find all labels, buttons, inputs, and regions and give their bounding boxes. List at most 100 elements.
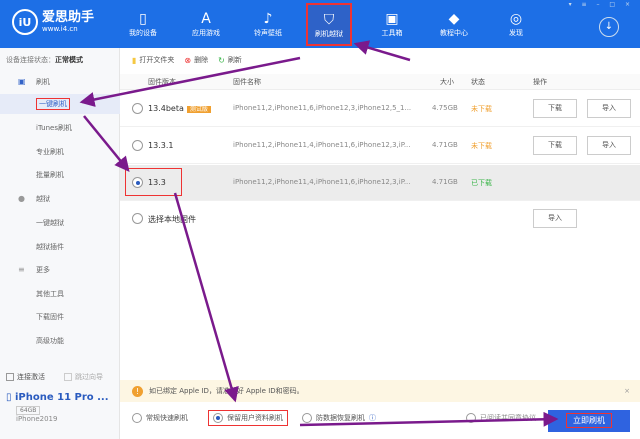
col-status: 状态 bbox=[471, 78, 485, 86]
col-name: 固件名称 bbox=[233, 78, 261, 86]
graduation-cap-icon: ◆ bbox=[448, 11, 460, 27]
top-bar: iU 爱思助手 www.i4.cn ▯ 我的设备 A 应用游戏 ♪ 铃声壁纸 ⛉ 刷机越狱… bbox=[0, 0, 640, 48]
firmware-size: 4.71GB bbox=[432, 141, 458, 149]
sidebar-group-flash[interactable]: ▣ 刷机 bbox=[0, 72, 120, 92]
delete-button[interactable]: ⊗ 删除 bbox=[184, 55, 208, 65]
sidebar-item-jailbreak-plugins[interactable]: 越狱插件 bbox=[0, 237, 120, 257]
window-controls[interactable]: ▾ ≡ – □ × bbox=[569, 1, 634, 8]
nav-label: 发现 bbox=[509, 29, 523, 37]
firmware-size: 4.75GB bbox=[432, 104, 458, 112]
warning-icon: ! bbox=[132, 385, 143, 397]
sidebar-label: 下载固件 bbox=[36, 313, 64, 321]
status-label: 设备连接状态： bbox=[6, 56, 55, 64]
connect-activate-checkbox[interactable]: 连接激活 bbox=[6, 372, 45, 382]
firmware-radio[interactable] bbox=[132, 103, 143, 114]
flash-icon: ▣ bbox=[18, 77, 26, 86]
col-actions: 操作 bbox=[533, 78, 547, 86]
appstore-icon: A bbox=[201, 11, 211, 27]
device-capacity: 64GB bbox=[16, 406, 41, 415]
sidebar-label: 越狱 bbox=[36, 195, 50, 203]
nav-label: 应用游戏 bbox=[192, 29, 220, 37]
firmware-radio[interactable] bbox=[132, 140, 143, 151]
button-label: 刷新 bbox=[227, 56, 242, 64]
refresh-button[interactable]: ↻ 刷新 bbox=[218, 55, 242, 65]
nav-label: 工具箱 bbox=[381, 29, 403, 37]
sidebar-item-one-click-jailbreak[interactable]: 一键越狱 bbox=[0, 213, 120, 233]
toolbox-icon: ▣ bbox=[385, 11, 399, 27]
option-label: 保留用户资料刷机 bbox=[227, 414, 283, 422]
logo-title: 爱思助手 bbox=[42, 10, 95, 25]
notice-text: 如已绑定 Apple ID，请准备好 Apple ID和密码。 bbox=[149, 387, 304, 395]
sidebar-label: 更多 bbox=[36, 266, 50, 274]
refresh-icon: ↻ bbox=[218, 55, 225, 65]
nav-my-device[interactable]: ▯ 我的设备 bbox=[115, 0, 171, 48]
download-button[interactable]: 下载 bbox=[533, 136, 577, 155]
table-row[interactable]: 13.3 iPhone11,2,iPhone11,4,iPhone11,6,iP… bbox=[120, 165, 640, 201]
option-label: 防数据恢复刷机 bbox=[316, 414, 365, 422]
firmware-status: 未下载 bbox=[471, 142, 492, 150]
local-firmware-label: 选择本地固件 bbox=[148, 215, 196, 224]
skip-guide-checkbox[interactable]: 跳过向导 bbox=[64, 372, 103, 382]
sidebar-item-download-firmware[interactable]: 下载固件 bbox=[0, 307, 120, 327]
nav-label: 教程中心 bbox=[440, 29, 468, 37]
open-folder-button[interactable]: ▮ 打开文件夹 bbox=[132, 55, 174, 65]
sidebar-item-advanced[interactable]: 高级功能 bbox=[0, 331, 120, 351]
sidebar-item-one-click-flash[interactable]: 一键刷机 bbox=[0, 94, 120, 114]
col-size: 大小 bbox=[440, 78, 454, 86]
nav-flash-jailbreak[interactable]: ⛉ 刷机越狱 bbox=[306, 3, 352, 46]
version-text: 13.4beta bbox=[148, 104, 184, 113]
quick-flash-radio[interactable]: 常规快速刷机 bbox=[132, 413, 188, 423]
sidebar-group-more[interactable]: ≡ 更多 bbox=[0, 260, 120, 280]
firmware-name: iPhone11,2,iPhone11,4,iPhone11,6,iPhone1… bbox=[233, 178, 411, 186]
sidebar-label: 其他工具 bbox=[36, 290, 64, 298]
flash-now-button[interactable]: 立即刷机 bbox=[548, 410, 630, 432]
nav-toolbox[interactable]: ▣ 工具箱 bbox=[364, 0, 420, 48]
music-icon: ♪ bbox=[263, 11, 273, 27]
connection-status: 设备连接状态：正常模式 bbox=[6, 55, 83, 65]
toolbar: ▮ 打开文件夹 ⊗ 删除 ↻ 刷新 bbox=[122, 50, 242, 70]
import-button[interactable]: 导入 bbox=[587, 136, 631, 155]
logo-mark: iU bbox=[12, 9, 38, 35]
keep-data-radio[interactable]: 保留用户资料刷机 bbox=[208, 410, 288, 426]
phone-icon: ▯ bbox=[139, 11, 147, 27]
notice-bar: ! 如已绑定 Apple ID，请准备好 Apple ID和密码。 × bbox=[120, 380, 640, 402]
help-icon[interactable]: ⓘ bbox=[369, 413, 376, 423]
sidebar-item-itunes-flash[interactable]: iTunes刷机 bbox=[0, 118, 120, 138]
download-button[interactable]: 下载 bbox=[533, 99, 577, 118]
firmware-version: 13.3.1 bbox=[148, 141, 174, 150]
status-value: 正常模式 bbox=[55, 56, 83, 64]
jailbreak-icon: ● bbox=[18, 194, 25, 203]
checkbox-label: 跳过向导 bbox=[75, 373, 103, 381]
anti-recovery-radio[interactable]: 防数据恢复刷机 ⓘ bbox=[302, 413, 376, 423]
table-row[interactable]: 选择本地固件 导入 bbox=[120, 201, 640, 237]
close-icon[interactable]: × bbox=[624, 387, 630, 395]
button-label: 打开文件夹 bbox=[139, 56, 175, 64]
nav-discover[interactable]: ◎ 发现 bbox=[488, 0, 544, 48]
firmware-status: 未下载 bbox=[471, 105, 492, 113]
firmware-size: 4.71GB bbox=[432, 178, 458, 186]
nav-label: 我的设备 bbox=[129, 29, 157, 37]
firmware-name: iPhone11,2,iPhone11,6,iPhone12,3,iPhone1… bbox=[233, 104, 412, 112]
firmware-version: 13.4beta 测试版 bbox=[148, 104, 211, 113]
table-header: 固件版本 固件名称 大小 状态 操作 bbox=[120, 74, 640, 90]
menu-icon: ≡ bbox=[18, 265, 25, 274]
sidebar-item-batch-flash[interactable]: 批量刷机 bbox=[0, 165, 120, 185]
sidebar-item-other-tools[interactable]: 其他工具 bbox=[0, 284, 120, 304]
nav-label: 铃声壁纸 bbox=[254, 29, 282, 37]
import-button[interactable]: 导入 bbox=[587, 99, 631, 118]
sidebar-group-jailbreak[interactable]: ● 越狱 bbox=[0, 189, 120, 209]
firmware-radio[interactable] bbox=[132, 213, 143, 224]
download-icon[interactable]: ↓ bbox=[599, 17, 619, 37]
table-row[interactable]: 13.4beta 测试版 iPhone11,2,iPhone11,6,iPhone… bbox=[120, 91, 640, 127]
nav-tutorials[interactable]: ◆ 教程中心 bbox=[426, 0, 482, 48]
nav-apps[interactable]: A 应用游戏 bbox=[178, 0, 234, 48]
sidebar-label: 高级功能 bbox=[36, 337, 64, 345]
nav-ringtones[interactable]: ♪ 铃声壁纸 bbox=[240, 0, 296, 48]
import-button[interactable]: 导入 bbox=[533, 209, 577, 228]
table-row[interactable]: 13.3.1 iPhone11,2,iPhone11,4,iPhone11,6,… bbox=[120, 128, 640, 164]
extra-option[interactable]: 已阅读并同意协议 bbox=[466, 413, 536, 423]
device-name[interactable]: ▯ iPhone 11 Pro ... bbox=[6, 392, 109, 403]
compass-icon: ◎ bbox=[509, 11, 523, 27]
button-label: 删除 bbox=[194, 56, 209, 64]
sidebar-item-pro-flash[interactable]: 专业刷机 bbox=[0, 142, 120, 162]
